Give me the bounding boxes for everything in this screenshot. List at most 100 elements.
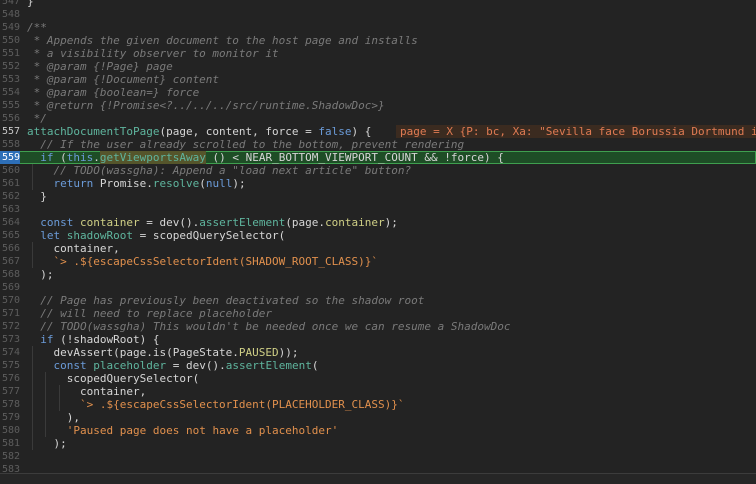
line-number[interactable]: 555 xyxy=(0,99,20,112)
code-text: container, xyxy=(27,385,147,398)
code-line-579[interactable]: 579 ), xyxy=(0,411,756,424)
line-number[interactable]: 577 xyxy=(0,385,20,398)
code-line-573[interactable]: 573 if (!shadowRoot) { xyxy=(0,333,756,346)
line-number[interactable]: 574 xyxy=(0,346,20,359)
code-text: // TODO(wassgha): Append a "load next ar… xyxy=(27,164,412,177)
code-text: attachDocumentToPage(page, content, forc… xyxy=(27,125,372,138)
line-number[interactable]: 580 xyxy=(0,424,20,437)
line-number[interactable]: 565 xyxy=(0,229,20,242)
code-line-574[interactable]: 574 devAssert(page.is(PageState.PAUSED))… xyxy=(0,346,756,359)
line-number[interactable]: 567 xyxy=(0,255,20,268)
code-text: // will need to replace placeholder xyxy=(27,307,273,320)
line-number[interactable]: 552 xyxy=(0,60,20,73)
code-line-560[interactable]: 560 // TODO(wassgha): Append a "load nex… xyxy=(0,164,756,177)
code-text: // TODO(wassgha) This wouldn't be needed… xyxy=(27,320,511,333)
code-line-582[interactable]: 582 xyxy=(0,450,756,463)
code-line-557[interactable]: 557 attachDocumentToPage(page, content, f… xyxy=(0,125,756,138)
line-number[interactable]: 582 xyxy=(0,450,20,463)
code-line-552[interactable]: 552 * @param {!Page} page xyxy=(0,60,756,73)
code-line-553[interactable]: 553 * @param {!Document} content xyxy=(0,73,756,86)
line-number[interactable]: 573 xyxy=(0,333,20,346)
line-number[interactable]: 571 xyxy=(0,307,20,320)
code-text: const container = dev().assertElement(pa… xyxy=(40,216,398,229)
line-number[interactable]: 561 xyxy=(0,177,20,190)
code-line-575[interactable]: 575 const placeholder = dev().assertElem… xyxy=(0,359,756,372)
code-line-550[interactable]: 550 * Appends the given document to the … xyxy=(0,34,756,47)
code-text: ), xyxy=(27,411,80,424)
code-line-556[interactable]: 556 */ xyxy=(0,112,756,125)
code-text: const placeholder = dev().assertElement( xyxy=(53,359,319,372)
code-line-564[interactable]: 564 const container = dev().assertElemen… xyxy=(0,216,756,229)
code-line-566[interactable]: 566 container, xyxy=(0,242,756,255)
editor-bottom-bar xyxy=(0,473,756,484)
code-line-576[interactable]: 576 scopedQuerySelector( xyxy=(0,372,756,385)
code-text: 'Paused page does not have a placeholder… xyxy=(66,424,339,437)
code-line-577[interactable]: 577 container, xyxy=(0,385,756,398)
code-line-551[interactable]: 551 * a visibility observer to monitor i… xyxy=(0,47,756,60)
line-number[interactable]: 554 xyxy=(0,86,20,99)
code-line-554[interactable]: 554 * @param {boolean=} force xyxy=(0,86,756,99)
line-number[interactable]: 556 xyxy=(0,112,20,125)
code-line-570[interactable]: 570 // Page has previously been deactiva… xyxy=(0,294,756,307)
code-line-568[interactable]: 568 ); xyxy=(0,268,756,281)
code-text: } xyxy=(27,0,34,8)
line-number[interactable]: 569 xyxy=(0,281,20,294)
code-line-580[interactable]: 580 'Paused page does not have a placeho… xyxy=(0,424,756,437)
code-text: // Page has previously been deactivated … xyxy=(27,294,425,307)
code-line-563[interactable]: 563 xyxy=(0,203,756,216)
code-text: devAssert(page.is(PageState.PAUSED)); xyxy=(27,346,299,359)
line-number[interactable]: 560 xyxy=(0,164,20,177)
line-number[interactable]: 547 xyxy=(0,0,20,8)
line-number[interactable]: 578 xyxy=(0,398,20,411)
line-number[interactable]: 551 xyxy=(0,47,20,60)
code-text: * Appends the given document to the host… xyxy=(27,34,418,47)
code-line-555[interactable]: 555 * @return {!Promise<?../../../src/ru… xyxy=(0,99,756,112)
code-text: container, xyxy=(27,242,120,255)
code-editor[interactable]: 547} 548 549/** 550 * Appends the given doc… xyxy=(0,0,756,476)
code-line-581[interactable]: 581 ); xyxy=(0,437,756,450)
code-text: `> .${escapeCssSelectorIdent(SHADOW_ROOT… xyxy=(53,255,379,268)
code-text: * @param {!Document} content xyxy=(27,73,220,86)
code-text: let shadowRoot = scopedQuerySelector( xyxy=(40,229,286,242)
code-text: } xyxy=(27,190,47,203)
code-line-565[interactable]: 565 let shadowRoot = scopedQuerySelector… xyxy=(0,229,756,242)
code-line-571[interactable]: 571 // will need to replace placeholder xyxy=(0,307,756,320)
code-text: return Promise.resolve(null); xyxy=(53,177,246,190)
code-line-558[interactable]: 558 // If the user already scrolled to t… xyxy=(0,138,756,151)
code-line-572[interactable]: 572 // TODO(wassgha) This wouldn't be ne… xyxy=(0,320,756,333)
line-number[interactable]: 553 xyxy=(0,73,20,86)
line-number[interactable]: 576 xyxy=(0,372,20,385)
line-number[interactable]: 563 xyxy=(0,203,20,216)
line-number[interactable]: 564 xyxy=(0,216,20,229)
line-number[interactable]: 559 xyxy=(0,151,20,164)
code-text: scopedQuerySelector( xyxy=(27,372,200,385)
code-line-549[interactable]: 549 /** xyxy=(0,21,756,34)
code-line-559[interactable]: 559 if (this.getViewportsAway () < NEAR_… xyxy=(0,151,756,164)
line-number[interactable]: 579 xyxy=(0,411,20,424)
line-number[interactable]: 566 xyxy=(0,242,20,255)
code-line-547[interactable]: 547} xyxy=(0,0,756,8)
inline-debug-value[interactable]: page = X {P: bc, Xa: "Sevilla face Borus… xyxy=(396,125,756,138)
code-text: * @return {!Promise<?../../../src/runtim… xyxy=(27,99,385,112)
code-line-548[interactable]: 548 xyxy=(0,8,756,21)
line-number[interactable]: 550 xyxy=(0,34,20,47)
line-number[interactable]: 562 xyxy=(0,190,20,203)
line-number[interactable]: 558 xyxy=(0,138,20,151)
code-line-578[interactable]: 578 `> .${escapeCssSelectorIdent(PLACEHO… xyxy=(0,398,756,411)
line-number[interactable]: 572 xyxy=(0,320,20,333)
line-number[interactable]: 570 xyxy=(0,294,20,307)
code-line-567[interactable]: 567 `> .${escapeCssSelectorIdent(SHADOW_… xyxy=(0,255,756,268)
code-text: ); xyxy=(27,268,54,281)
line-number[interactable]: 548 xyxy=(0,8,20,21)
code-line-569[interactable]: 569 xyxy=(0,281,756,294)
code-text: if (this.getViewportsAway () < NEAR_BOTT… xyxy=(40,151,504,164)
code-line-561[interactable]: 561 return Promise.resolve(null); xyxy=(0,177,756,190)
line-number[interactable]: 557 xyxy=(0,125,20,138)
line-number[interactable]: 568 xyxy=(0,268,20,281)
code-line-562[interactable]: 562 } xyxy=(0,190,756,203)
code-text: `> .${escapeCssSelectorIdent(PLACEHOLDER… xyxy=(79,398,405,411)
line-number[interactable]: 549 xyxy=(0,21,20,34)
line-number[interactable]: 575 xyxy=(0,359,20,372)
code-text: // If the user already scrolled to the b… xyxy=(27,138,465,151)
line-number[interactable]: 581 xyxy=(0,437,20,450)
